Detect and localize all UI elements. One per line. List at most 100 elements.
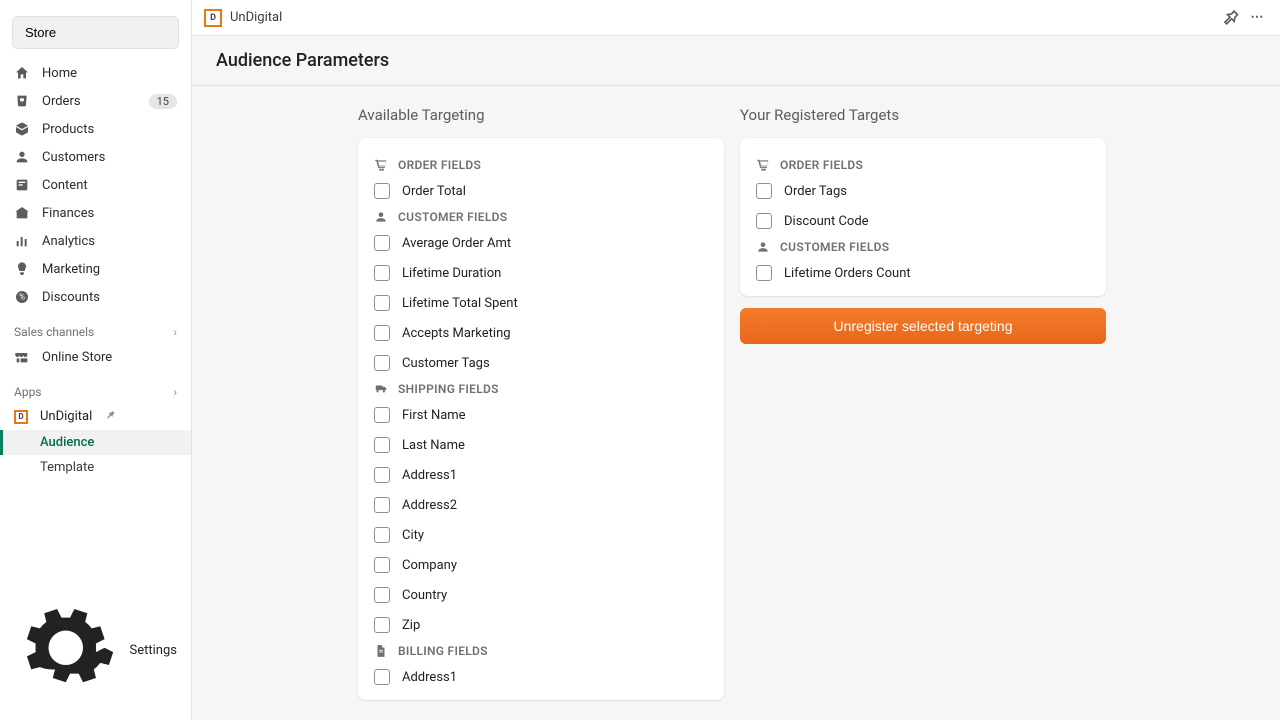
topbar-app-name: UnDigital [230,10,282,25]
field-label: Customer Tags [402,356,490,371]
field-row[interactable]: Last Name [374,430,708,460]
field-row[interactable]: Zip [374,610,708,640]
checkbox[interactable] [374,265,390,281]
registered-targets-column: Your Registered Targets ORDER FIELDSOrde… [740,86,1106,696]
unregister-button[interactable]: Unregister selected targeting [740,308,1106,344]
sidebar-item-online-store[interactable]: Online Store [0,343,191,371]
store-selector[interactable]: Store [12,16,179,49]
checkbox[interactable] [374,355,390,371]
field-row[interactable]: Lifetime Orders Count [756,258,1090,288]
field-row[interactable]: First Name [374,400,708,430]
field-row[interactable]: Company [374,550,708,580]
checkbox[interactable] [756,183,772,199]
group-header-order: ORDER FIELDS [756,154,1090,176]
checkbox[interactable] [374,407,390,423]
sidebar-item-label: Finances [42,206,177,221]
field-row[interactable]: Discount Code [756,206,1090,236]
sidebar-item-discounts[interactable]: %Discounts [0,283,191,311]
pin-icon[interactable] [104,409,116,424]
field-row[interactable]: Order Total [374,176,708,206]
field-row[interactable]: City [374,520,708,550]
checkbox[interactable] [374,617,390,633]
checkbox[interactable] [756,265,772,281]
checkbox[interactable] [374,183,390,199]
orders-icon [14,93,30,109]
field-label: Accepts Marketing [402,326,511,341]
sidebar-item-label: Content [42,178,177,193]
apps-header[interactable]: Apps › [0,371,191,403]
sidebar-item-label: Analytics [42,234,177,249]
marketing-icon [14,261,30,277]
sidebar-app-undigital[interactable]: D UnDigital [0,403,191,430]
field-label: Order Total [402,184,466,199]
field-row[interactable]: Average Order Amt [374,228,708,258]
field-label: Lifetime Orders Count [784,266,911,281]
group-header-order: ORDER FIELDS [374,154,708,176]
group-header-customer: CUSTOMER FIELDS [756,236,1090,258]
content-icon [14,177,30,193]
field-row[interactable]: Lifetime Duration [374,258,708,288]
checkbox[interactable] [374,437,390,453]
field-row[interactable]: Customer Tags [374,348,708,378]
app-logo-icon: D [204,9,222,27]
checkbox[interactable] [374,497,390,513]
store-icon [14,349,30,365]
sidebar-item-marketing[interactable]: Marketing [0,255,191,283]
checkbox[interactable] [374,527,390,543]
field-row[interactable]: Address1 [374,662,708,692]
field-label: Address1 [402,670,457,685]
customers-icon [14,149,30,165]
field-row[interactable]: Accepts Marketing [374,318,708,348]
field-label: Company [402,558,457,573]
available-targeting-column: Available Targeting ORDER FIELDS Order To… [358,86,724,696]
sidebar-item-home[interactable]: Home [0,59,191,87]
app-subitem-audience[interactable]: Audience [0,430,191,455]
field-label: Lifetime Total Spent [402,296,518,311]
sidebar-item-customers[interactable]: Customers [0,143,191,171]
field-label: Address2 [402,498,457,513]
checkbox[interactable] [374,295,390,311]
sidebar-item-settings[interactable]: Settings [0,586,191,720]
sidebar-item-label: Home [42,66,177,81]
checkbox[interactable] [374,467,390,483]
group-label: CUSTOMER FIELDS [398,210,507,224]
field-row[interactable]: Lifetime Total Spent [374,288,708,318]
available-title: Available Targeting [358,106,724,138]
more-icon[interactable]: ⋯ [1248,8,1268,28]
analytics-icon [14,233,30,249]
field-row[interactable]: Address1 [374,460,708,490]
group-header-shipping: SHIPPING FIELDS [374,378,708,400]
sidebar-item-orders[interactable]: Orders15 [0,87,191,115]
checkbox[interactable] [756,213,772,229]
field-row[interactable]: Address2 [374,490,708,520]
checkbox[interactable] [374,587,390,603]
sidebar-item-analytics[interactable]: Analytics [0,227,191,255]
registered-card: ORDER FIELDSOrder TagsDiscount Code CUSTO… [740,138,1106,296]
field-row[interactable]: Order Tags [756,176,1090,206]
checkbox[interactable] [374,557,390,573]
main-area: D UnDigital ⋯ Audience Parameters Availa… [192,0,1280,720]
pin-icon[interactable] [1220,8,1240,28]
field-row[interactable]: Country [374,580,708,610]
gear-icon [14,596,118,704]
app-subitem-template[interactable]: Template [0,455,191,480]
checkbox[interactable] [374,235,390,251]
settings-label: Settings [130,643,177,658]
sales-channels-header[interactable]: Sales channels › [0,311,191,343]
checkbox[interactable] [374,325,390,341]
sidebar-item-label: Products [42,122,177,137]
group-header-customer: CUSTOMER FIELDS [374,206,708,228]
group-label: ORDER FIELDS [398,158,481,172]
group-label: CUSTOMER FIELDS [780,240,889,254]
group-header-billing: BILLING FIELDS [374,640,708,662]
topbar: D UnDigital ⋯ [192,0,1280,36]
svg-text:%: % [19,293,25,302]
checkbox[interactable] [374,669,390,685]
field-label: Average Order Amt [402,236,511,251]
sidebar-item-label: Orders [42,94,137,109]
field-label: Address1 [402,468,457,483]
sidebar-item-finances[interactable]: Finances [0,199,191,227]
sidebar-item-content[interactable]: Content [0,171,191,199]
field-label: City [402,528,424,543]
sidebar-item-products[interactable]: Products [0,115,191,143]
